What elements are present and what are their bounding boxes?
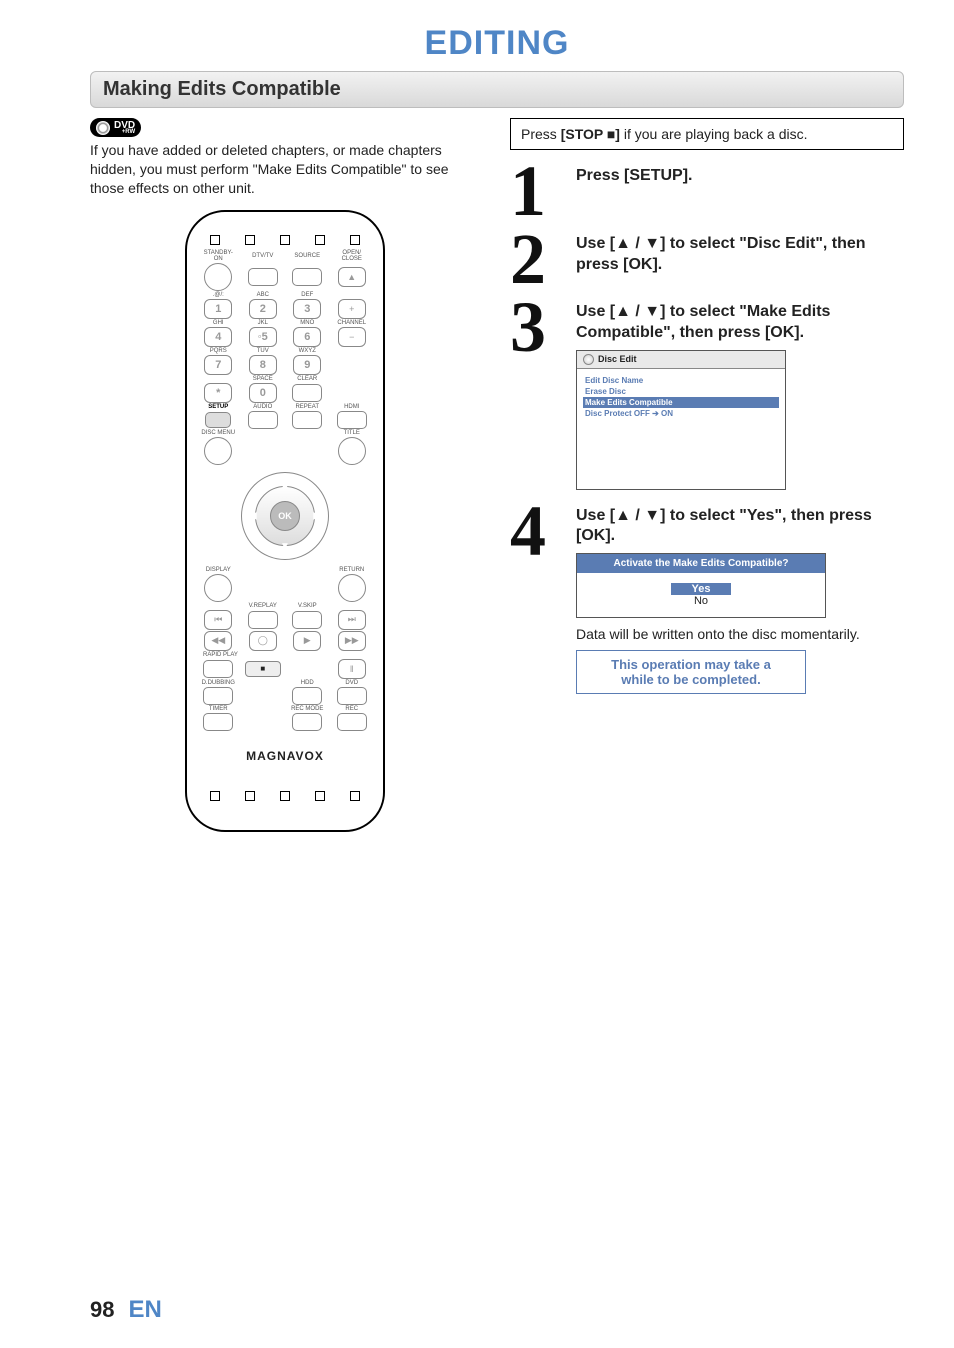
next-track-button[interactable]: ⏭ xyxy=(338,610,366,630)
operation-note-box: This operation may take awhile to be com… xyxy=(576,650,806,694)
rewind-button[interactable]: ◀◀ xyxy=(204,631,232,651)
play-button[interactable]: ▶ xyxy=(293,631,321,651)
vskip-button[interactable] xyxy=(292,611,322,629)
prev-track-button[interactable]: ⏮ xyxy=(204,610,232,630)
stop-callout: Press [STOP ■] if you are playing back a… xyxy=(510,118,904,150)
ok-button[interactable]: OK xyxy=(270,501,300,531)
clear-button[interactable] xyxy=(292,384,322,402)
step-2: 2 Use [▲ / ▼] to select "Disc Edit", the… xyxy=(510,232,904,286)
open-close-button[interactable]: ▲ xyxy=(338,267,366,287)
key-0[interactable]: 0 xyxy=(249,383,277,403)
standby-button[interactable] xyxy=(204,263,232,291)
key-7[interactable]: 7 xyxy=(204,355,232,375)
menu-item: Make Edits Compatible xyxy=(583,397,779,408)
pause-button[interactable]: ‖ xyxy=(338,659,366,679)
channel-up-button[interactable]: + xyxy=(338,299,366,319)
brand-label: MAGNAVOX xyxy=(197,749,373,763)
dialog-option: Yes xyxy=(671,583,731,595)
disc-icon xyxy=(583,354,594,365)
step-3: 3 Use [▲ / ▼] to select "Make Edits Comp… xyxy=(510,300,904,490)
key-star[interactable]: * xyxy=(204,383,232,403)
channel-down-button[interactable]: − xyxy=(338,327,366,347)
confirm-dialog-screenshot: Activate the Make Edits Compatible? YesN… xyxy=(576,553,826,618)
ddubbing-button[interactable] xyxy=(203,687,233,705)
nav-left-icon[interactable]: ◀ xyxy=(249,510,257,521)
stop-button[interactable]: ■ xyxy=(245,661,281,677)
fastforward-button[interactable]: ▶▶ xyxy=(338,631,366,651)
nav-up-icon[interactable]: ▲ xyxy=(280,480,290,491)
disc-icon xyxy=(96,121,110,135)
vreplay-button[interactable] xyxy=(248,611,278,629)
rec-button[interactable] xyxy=(337,713,367,731)
disc-menu-button[interactable] xyxy=(204,437,232,465)
hdd-button[interactable] xyxy=(292,687,322,705)
nav-pad[interactable]: OK ▲ ▼ ◀ ▶ xyxy=(235,466,335,566)
page-number: 98 xyxy=(90,1297,114,1323)
after-dialog-text: Data will be written onto the disc momen… xyxy=(576,626,904,642)
title-button[interactable] xyxy=(338,437,366,465)
section-title: Making Edits Compatible xyxy=(103,78,891,101)
disc-edit-menu-screenshot: Disc Edit Edit Disc NameErase DiscMake E… xyxy=(576,350,786,490)
key-1[interactable]: 1 xyxy=(204,299,232,319)
key-2[interactable]: 2 xyxy=(249,299,277,319)
key-5[interactable]: ◦5 xyxy=(249,327,277,347)
nav-down-icon[interactable]: ▼ xyxy=(280,541,290,552)
step-4: 4 Use [▲ / ▼] to select "Yes", then pres… xyxy=(510,504,904,695)
record-dot-button[interactable]: ◯ xyxy=(249,631,277,651)
step-1: 1 Press [SETUP]. xyxy=(510,164,904,218)
timer-button[interactable] xyxy=(203,713,233,731)
section-heading-bar: Making Edits Compatible xyxy=(90,71,904,108)
dtvtv-button[interactable] xyxy=(248,268,278,286)
page-footer: 98 EN xyxy=(90,1296,162,1324)
menu-item: Disc Protect OFF ➔ ON xyxy=(583,408,779,419)
display-button[interactable] xyxy=(204,574,232,602)
audio-button[interactable] xyxy=(248,411,278,429)
dvd-button[interactable] xyxy=(337,687,367,705)
hdmi-button[interactable] xyxy=(337,411,367,429)
rapid-play-button[interactable] xyxy=(203,660,233,678)
key-9[interactable]: 9 xyxy=(293,355,321,375)
remote-control-illustration: STANDBY-ON DTV/TV SOURCE OPEN/ CLOSE ▲ .… xyxy=(185,210,385,832)
language-code: EN xyxy=(128,1296,161,1324)
key-3[interactable]: 3 xyxy=(293,299,321,319)
dvd-rw-badge: DVD+RW xyxy=(90,118,141,137)
nav-right-icon[interactable]: ▶ xyxy=(313,510,321,521)
key-6[interactable]: 6 xyxy=(293,327,321,347)
setup-button[interactable] xyxy=(205,412,231,428)
source-button[interactable] xyxy=(292,268,322,286)
page-title: EDITING xyxy=(90,24,904,63)
intro-paragraph: If you have added or deleted chapters, o… xyxy=(90,141,480,198)
return-button[interactable] xyxy=(338,574,366,602)
key-8[interactable]: 8 xyxy=(249,355,277,375)
menu-item: Edit Disc Name xyxy=(583,375,779,386)
menu-item: Erase Disc xyxy=(583,386,779,397)
dialog-option: No xyxy=(587,595,815,607)
repeat-button[interactable] xyxy=(292,411,322,429)
key-4[interactable]: 4 xyxy=(204,327,232,347)
recmode-button[interactable] xyxy=(292,713,322,731)
